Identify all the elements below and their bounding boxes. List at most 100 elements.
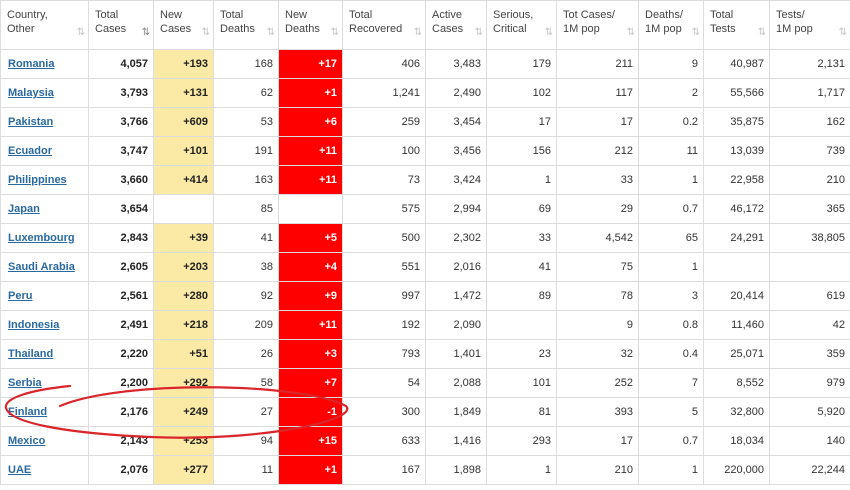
- cell-total-cases: 2,143: [88, 426, 154, 456]
- cell-total-cases: 4,057: [88, 49, 154, 79]
- header-cases-per-1m[interactable]: Tot Cases/1M pop ⇅: [556, 0, 639, 50]
- sort-arrows-icon[interactable]: ⇅: [839, 26, 848, 40]
- header-label-line1: Total: [220, 9, 244, 21]
- header-label-line1: Tot Cases/: [563, 9, 615, 21]
- country-link[interactable]: Luxembourg: [8, 232, 75, 244]
- header-label-line2: Recovered: [349, 23, 403, 35]
- cell-total-deaths: 94: [213, 426, 279, 456]
- sort-arrows-icon[interactable]: ⇅: [267, 26, 276, 40]
- header-label-line1: Total: [95, 9, 119, 21]
- country-link[interactable]: Ecuador: [8, 145, 52, 157]
- cell-new-deaths: +7: [278, 368, 343, 398]
- header-total-recovered[interactable]: Total Recovered ⇅: [342, 0, 426, 50]
- cell-total-tests: 25,071: [703, 339, 770, 369]
- cell-total-deaths: 85: [213, 194, 279, 224]
- cell-total-deaths: 209: [213, 310, 279, 340]
- sort-arrows-icon[interactable]: ⇅: [627, 26, 636, 40]
- country-link[interactable]: Philippines: [8, 174, 67, 186]
- sort-arrows-icon[interactable]: ⇅: [692, 26, 701, 40]
- table-row: Saudi Arabia 2,605 +203 38 +4 551 2,016 41 75 1: [0, 252, 850, 282]
- cell-active-cases: 2,088: [425, 368, 487, 398]
- cell-total-recovered: 54: [342, 368, 426, 398]
- cell-country: Mexico: [0, 426, 89, 456]
- header-tests-per-1m[interactable]: Tests/1M pop ⇅: [769, 0, 850, 50]
- table-row: UAE 2,076 +277 11 +1 167 1,898 1 210 1 220,000 22,2…: [0, 455, 850, 485]
- sort-arrows-icon[interactable]: ⇅: [142, 26, 151, 40]
- cell-serious: 69: [486, 194, 557, 224]
- cell-new-deaths: +9: [278, 281, 343, 311]
- country-link[interactable]: Finland: [8, 406, 47, 418]
- sort-arrows-icon[interactable]: ⇅: [331, 26, 340, 40]
- cell-active-cases: 1,472: [425, 281, 487, 311]
- country-link[interactable]: Japan: [8, 203, 40, 215]
- country-link[interactable]: UAE: [8, 464, 31, 476]
- cell-total-deaths: 41: [213, 223, 279, 253]
- cell-total-cases: 2,491: [88, 310, 154, 340]
- cell-total-cases: 2,605: [88, 252, 154, 282]
- table-row: Finland 2,176 +249 27 -1 300 1,849 81 393 5 32,800…: [0, 397, 850, 427]
- table-row: Mexico 2,143 +253 94 +15 633 1,416 293 17 0.7 18,0…: [0, 426, 850, 456]
- cell-total-deaths: 53: [213, 107, 279, 137]
- header-label-line1: Country,: [7, 9, 48, 21]
- country-link[interactable]: Malaysia: [8, 87, 54, 99]
- cell-country: Thailand: [0, 339, 89, 369]
- cell-deaths-per-1m: 11: [638, 136, 704, 166]
- header-serious-critical[interactable]: Serious, Critical ⇅: [486, 0, 557, 50]
- sort-arrows-icon[interactable]: ⇅: [414, 26, 423, 40]
- cell-serious: 293: [486, 426, 557, 456]
- cell-country: Peru: [0, 281, 89, 311]
- cell-total-tests: 11,460: [703, 310, 770, 340]
- cell-new-deaths: +4: [278, 252, 343, 282]
- country-link[interactable]: Mexico: [8, 435, 45, 447]
- sort-arrows-icon[interactable]: ⇅: [758, 26, 767, 40]
- cell-serious: 41: [486, 252, 557, 282]
- country-link[interactable]: Saudi Arabia: [8, 261, 75, 273]
- cell-new-deaths: +17: [278, 49, 343, 79]
- cell-total-recovered: 300: [342, 397, 426, 427]
- cell-country: Romania: [0, 49, 89, 79]
- table-row: Romania 4,057 +193 168 +17 406 3,483 179 211 9 40,…: [0, 49, 850, 79]
- sort-arrows-icon[interactable]: ⇅: [475, 26, 484, 40]
- cell-new-cases: +101: [153, 136, 214, 166]
- header-total-cases[interactable]: Total Cases ⇅: [88, 0, 154, 50]
- table-row: Pakistan 3,766 +609 53 +6 259 3,454 17 17 0.2 35,8…: [0, 107, 850, 137]
- cell-deaths-per-1m: 1: [638, 455, 704, 485]
- cell-tests-per-1m: 38,805: [769, 223, 850, 253]
- sort-arrows-icon[interactable]: ⇅: [545, 26, 554, 40]
- header-label-line1: Tests/: [776, 9, 805, 21]
- cell-total-cases: 3,660: [88, 165, 154, 195]
- cell-country: Serbia: [0, 368, 89, 398]
- header-deaths-per-1m[interactable]: Deaths/1M pop ⇅: [638, 0, 704, 50]
- header-new-deaths[interactable]: New Deaths ⇅: [278, 0, 343, 50]
- cell-active-cases: 2,994: [425, 194, 487, 224]
- country-link[interactable]: Serbia: [8, 377, 42, 389]
- cell-deaths-per-1m: 5: [638, 397, 704, 427]
- cell-new-cases: +249: [153, 397, 214, 427]
- cell-serious: 1: [486, 455, 557, 485]
- country-link[interactable]: Indonesia: [8, 319, 59, 331]
- country-link[interactable]: Thailand: [8, 348, 53, 360]
- header-total-tests[interactable]: Total Tests ⇅: [703, 0, 770, 50]
- header-label-line2: Deaths: [220, 23, 255, 35]
- cell-cases-per-1m: 17: [556, 426, 639, 456]
- country-link[interactable]: Romania: [8, 58, 54, 70]
- cell-total-recovered: 793: [342, 339, 426, 369]
- cell-new-cases: +193: [153, 49, 214, 79]
- cell-total-cases: 3,654: [88, 194, 154, 224]
- header-total-deaths[interactable]: Total Deaths ⇅: [213, 0, 279, 50]
- cell-country: Pakistan: [0, 107, 89, 137]
- cell-new-deaths: [278, 194, 343, 224]
- cell-total-cases: 2,561: [88, 281, 154, 311]
- header-new-cases[interactable]: New Cases ⇅: [153, 0, 214, 50]
- cell-tests-per-1m: [769, 252, 850, 282]
- sort-arrows-icon[interactable]: ⇅: [77, 26, 86, 40]
- sort-arrows-icon[interactable]: ⇅: [202, 26, 211, 40]
- cell-new-deaths: +11: [278, 310, 343, 340]
- country-link[interactable]: Peru: [8, 290, 32, 302]
- header-country[interactable]: Country, Other ⇅: [0, 0, 89, 50]
- cell-cases-per-1m: 33: [556, 165, 639, 195]
- header-label-line2: 1M pop: [563, 23, 600, 35]
- country-link[interactable]: Pakistan: [8, 116, 53, 128]
- header-active-cases[interactable]: Active Cases ⇅: [425, 0, 487, 50]
- cell-new-cases: +292: [153, 368, 214, 398]
